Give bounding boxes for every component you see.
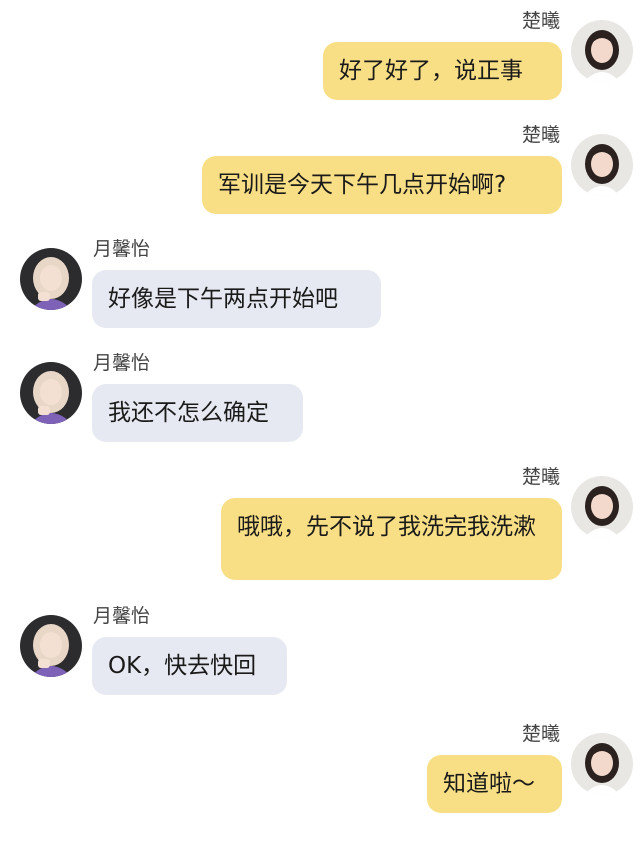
sender-name: 楚曦: [521, 10, 560, 32]
sender-name: 楚曦: [521, 723, 560, 745]
chat-thread: 楚曦 好了好了，说正事 楚曦 军训是今天下午几点开始啊? 月馨怡 好像是下午两点…: [0, 0, 640, 848]
avatar-other-icon[interactable]: [20, 615, 82, 677]
message-text: 好了好了，说正事: [339, 58, 523, 84]
avatar-self-icon[interactable]: [571, 20, 633, 82]
message-text: 军训是今天下午几点开始啊?: [218, 172, 507, 198]
message-bubble[interactable]: 好了好了，说正事: [323, 42, 562, 100]
avatar-self-icon[interactable]: [571, 476, 633, 538]
avatar-self-icon[interactable]: [571, 733, 633, 795]
sender-name: 月馨怡: [93, 352, 151, 374]
message-bubble[interactable]: 知道啦～: [427, 755, 562, 813]
sender-name: 楚曦: [521, 466, 560, 488]
message-row: 楚曦 哦哦，先不说了我洗完我洗漱: [0, 466, 640, 584]
message-text: 哦哦，先不说了我洗完我洗漱: [237, 514, 536, 540]
message-bubble[interactable]: 好像是下午两点开始吧: [92, 270, 381, 328]
message-row: 楚曦 好了好了，说正事: [0, 10, 640, 105]
avatar-other-icon[interactable]: [20, 362, 82, 424]
avatar-other-icon[interactable]: [20, 248, 82, 310]
sender-name: 楚曦: [521, 124, 560, 146]
message-bubble[interactable]: 我还不怎么确定: [92, 384, 303, 442]
message-bubble[interactable]: 军训是今天下午几点开始啊?: [202, 156, 562, 214]
sender-name: 月馨怡: [93, 238, 151, 260]
message-text: 好像是下午两点开始吧: [108, 286, 338, 312]
message-row: 楚曦 军训是今天下午几点开始啊?: [0, 124, 640, 219]
message-bubble[interactable]: 哦哦，先不说了我洗完我洗漱: [221, 498, 562, 580]
message-row: 楚曦 知道啦～: [0, 723, 640, 818]
sender-name: 月馨怡: [93, 605, 151, 627]
avatar-self-icon[interactable]: [571, 134, 633, 196]
message-row: 月馨怡 我还不怎么确定: [0, 352, 640, 447]
message-text: OK，快去快回: [108, 653, 257, 679]
message-bubble[interactable]: OK，快去快回: [92, 637, 287, 695]
message-text: 知道啦～: [443, 771, 535, 797]
message-text: 我还不怎么确定: [108, 400, 269, 426]
message-row: 月馨怡 好像是下午两点开始吧: [0, 238, 640, 333]
message-row: 月馨怡 OK，快去快回: [0, 605, 640, 700]
